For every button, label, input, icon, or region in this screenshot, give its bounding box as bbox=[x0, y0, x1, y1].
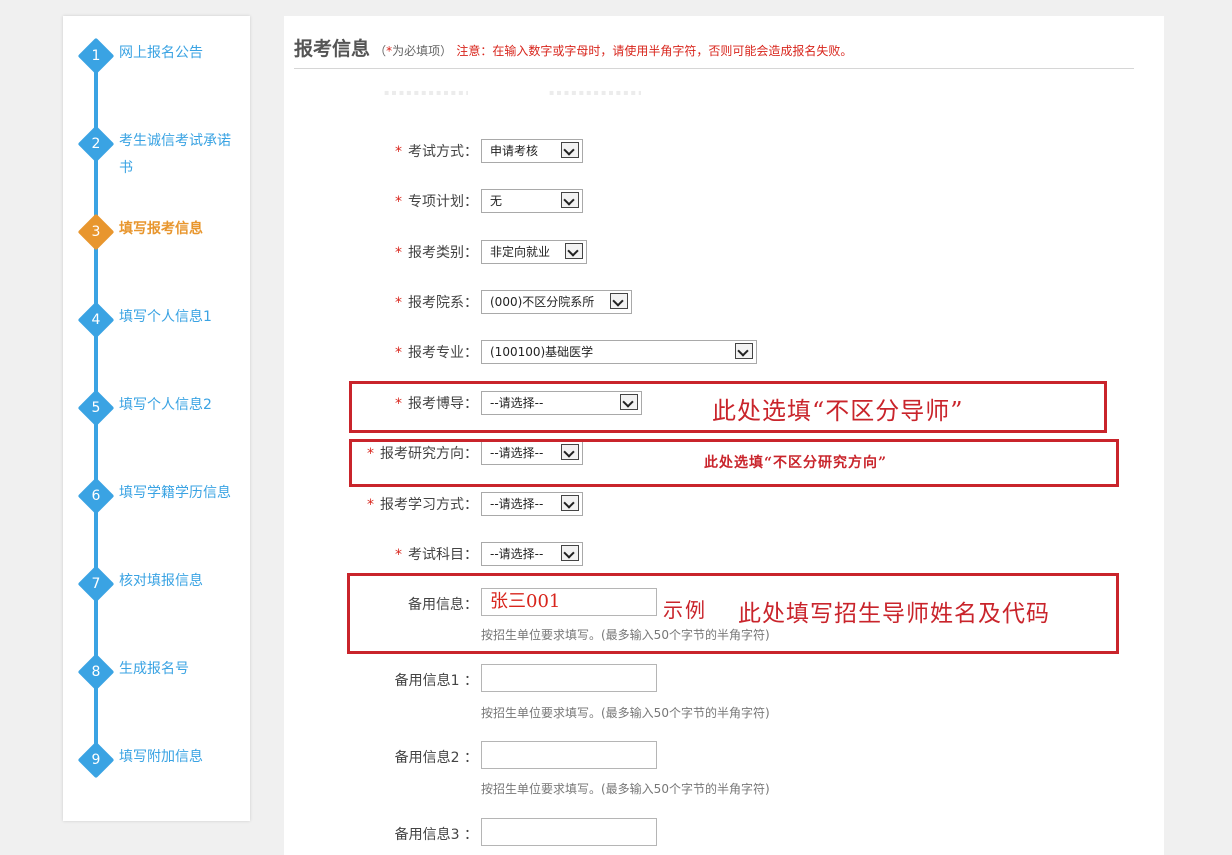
major-value: (100100)基础医学 bbox=[490, 345, 594, 359]
chevron-down-icon[interactable] bbox=[561, 545, 579, 561]
step-label: 填写学籍学历信息 bbox=[119, 485, 231, 501]
required-star: * bbox=[395, 345, 402, 361]
exam-mode-select[interactable]: 申请考核 bbox=[481, 139, 583, 163]
backup-info-3-input[interactable] bbox=[481, 818, 657, 846]
step-number: 7 bbox=[91, 576, 101, 592]
page-title: 报考信息 bbox=[294, 38, 371, 60]
step-number: 4 bbox=[91, 312, 101, 328]
backup-info-2-hint: 按招生单位要求填写。(最多输入50个字节的半角字符) bbox=[481, 782, 770, 796]
department-label-text: 报考院系： bbox=[408, 295, 478, 311]
category-value: 非定向就业 bbox=[490, 245, 551, 259]
required-star: * bbox=[367, 497, 374, 513]
form-header: 报考信息 （*为必填项） 注意：在输入数字或字母时，请使用半角字符，否则可能会造… bbox=[294, 34, 1134, 69]
department-value: (000)不区分院系所 bbox=[490, 295, 595, 309]
major-select[interactable]: (100100)基础医学 bbox=[481, 340, 757, 364]
category-label-text: 报考类别： bbox=[408, 245, 478, 261]
required-star: * bbox=[395, 295, 402, 311]
step-number: 8 bbox=[91, 664, 101, 680]
chevron-down-icon[interactable] bbox=[565, 243, 583, 259]
study-mode-select[interactable]: --请选择-- bbox=[481, 492, 583, 516]
chevron-down-icon[interactable] bbox=[735, 343, 753, 359]
chevron-down-icon[interactable] bbox=[561, 495, 579, 511]
major-row: * 报考专业： (100100)基础医学 bbox=[284, 340, 1164, 366]
step-label: 网上报名公告 bbox=[119, 45, 203, 61]
backup-info-1-hint: 按招生单位要求填写。(最多输入50个字节的半角字符) bbox=[481, 706, 770, 720]
faded-text: ▪▪▪▪▪▪▪▪▪▪▪▪▪ bbox=[549, 88, 641, 97]
exam-mode-label-text: 考试方式： bbox=[408, 144, 478, 160]
step-label: 填写个人信息2 bbox=[119, 397, 212, 413]
backup-info-2-input[interactable] bbox=[481, 741, 657, 769]
exam-subjects-row: * 考试科目： --请选择-- bbox=[284, 542, 1164, 568]
exam-subjects-select[interactable]: --请选择-- bbox=[481, 542, 583, 566]
step-number: 5 bbox=[91, 400, 101, 416]
step-number: 3 bbox=[91, 224, 101, 240]
major-label-text: 报考专业： bbox=[408, 345, 478, 361]
step-label: 填写附加信息 bbox=[119, 749, 203, 765]
chevron-down-icon[interactable] bbox=[610, 293, 628, 309]
category-label: * 报考类别： bbox=[395, 240, 478, 266]
annotation-backup-text: 此处填写招生导师姓名及代码 bbox=[738, 601, 1050, 627]
study-mode-row: * 报考学习方式： --请选择-- bbox=[284, 492, 1164, 518]
required-star: * bbox=[395, 194, 402, 210]
step-label: 填写个人信息1 bbox=[119, 309, 212, 325]
exam-subjects-label-text: 考试科目： bbox=[408, 547, 478, 563]
department-label: * 报考院系： bbox=[395, 290, 478, 316]
step-sidebar: 1 网上报名公告 2 考生诚信考试承诺书 3 填写报考信息 4 填写个人信息1 … bbox=[63, 16, 250, 821]
study-mode-value: --请选择-- bbox=[490, 497, 544, 511]
annotation-direction-text: 此处选填“不区分研究方向” bbox=[704, 455, 888, 471]
step-label: 生成报名号 bbox=[119, 661, 189, 677]
application-form-panel: 报考信息 （*为必填项） 注意：在输入数字或字母时，请使用半角字符，否则可能会造… bbox=[284, 16, 1164, 855]
special-plan-row: * 专项计划： 无 bbox=[284, 189, 1164, 215]
category-row: * 报考类别： 非定向就业 bbox=[284, 240, 1164, 266]
backup-info-2-row: 备用信息2 ： 按招生单位要求填写。(最多输入50个字节的半角字符) bbox=[284, 741, 1164, 796]
study-mode-label: * 报考学习方式： bbox=[367, 492, 478, 518]
step-label: 考生诚信考试承诺书 bbox=[119, 133, 231, 176]
department-select[interactable]: (000)不区分院系所 bbox=[481, 290, 632, 314]
exam-mode-label: * 考试方式： bbox=[395, 139, 478, 165]
major-label: * 报考专业： bbox=[395, 340, 478, 366]
half-width-notice: 注意：在输入数字或字母时，请使用半角字符，否则可能会造成报名失败。 bbox=[456, 44, 853, 58]
required-star: * bbox=[395, 245, 402, 261]
special-plan-label-text: 专项计划： bbox=[408, 194, 478, 210]
faded-text: ▪▪▪▪▪▪▪▪▪▪▪▪ bbox=[384, 88, 468, 97]
exam-mode-value: 申请考核 bbox=[490, 144, 539, 158]
required-hint: （*为必填项） bbox=[374, 44, 452, 58]
backup-info-1-label: 备用信息1 ： bbox=[394, 673, 478, 689]
special-plan-select[interactable]: 无 bbox=[481, 189, 583, 213]
step-number: 6 bbox=[91, 488, 101, 504]
chevron-down-icon[interactable] bbox=[561, 142, 579, 158]
step-label: 核对填报信息 bbox=[119, 573, 203, 589]
annotation-example-text: 示例 bbox=[663, 598, 707, 622]
step-number: 1 bbox=[91, 48, 101, 64]
backup-info-1-row: 备用信息1 ： 按招生单位要求填写。(最多输入50个字节的半角字符) bbox=[284, 664, 1164, 720]
category-select[interactable]: 非定向就业 bbox=[481, 240, 587, 264]
annotation-supervisor-text: 此处选填“不区分导师” bbox=[712, 397, 964, 425]
backup-info-1-input[interactable] bbox=[481, 664, 657, 692]
step-number: 9 bbox=[91, 752, 101, 768]
chevron-down-icon[interactable] bbox=[561, 192, 579, 208]
exam-subjects-value: --请选择-- bbox=[490, 547, 544, 561]
special-plan-label: * 专项计划： bbox=[395, 189, 478, 215]
required-hint-prefix: （ bbox=[374, 44, 387, 58]
backup-info-2-label: 备用信息2 ： bbox=[394, 750, 478, 766]
backup-info-3-row: 备用信息3 ： bbox=[284, 818, 1164, 846]
required-star: * bbox=[395, 547, 402, 563]
required-hint-text: 为必填项） bbox=[392, 44, 453, 58]
study-mode-label-text: 报考学习方式： bbox=[380, 497, 478, 513]
exam-subjects-label: * 考试科目： bbox=[395, 542, 478, 568]
step-label: 填写报考信息 bbox=[119, 221, 203, 237]
department-row: * 报考院系： (000)不区分院系所 bbox=[284, 290, 1164, 316]
exam-mode-row: * 考试方式： 申请考核 bbox=[284, 139, 1164, 165]
required-star: * bbox=[395, 144, 402, 160]
backup-info-3-label: 备用信息3 ： bbox=[394, 827, 478, 843]
special-plan-value: 无 bbox=[490, 194, 503, 208]
step-number: 2 bbox=[91, 136, 101, 152]
